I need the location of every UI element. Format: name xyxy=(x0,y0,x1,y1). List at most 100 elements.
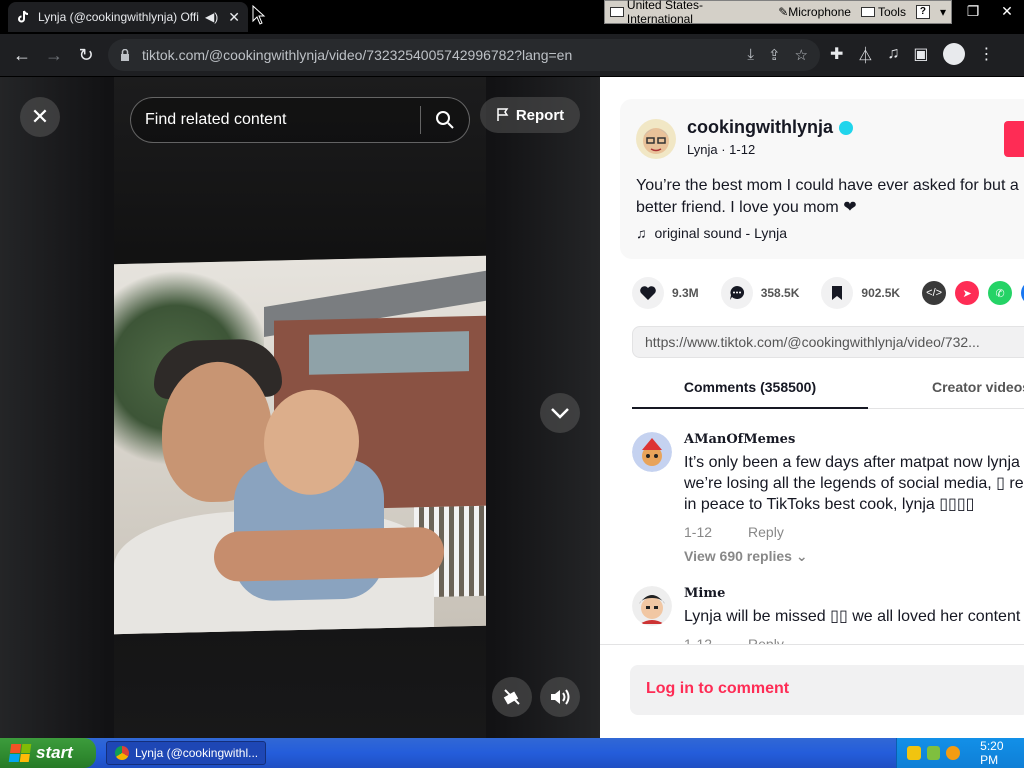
share-link-field[interactable]: https://www.tiktok.com/@cookingwithlynja… xyxy=(632,326,1024,358)
forward-arrow-icon[interactable]: → xyxy=(38,39,70,71)
follow-button[interactable] xyxy=(1004,121,1024,157)
windows-taskbar: start Lynja (@cookingwithl... 5:20 PM xyxy=(0,738,1024,768)
video-photo xyxy=(114,255,486,635)
speaker-icon xyxy=(551,689,570,705)
chevron-down-icon xyxy=(551,408,569,419)
engagement-actions: 9.3M 358.5K 902.5K </> ➤ ✆ f xyxy=(632,277,1024,309)
creator-avatar-image xyxy=(643,128,669,154)
volume-button[interactable] xyxy=(540,677,580,717)
labs-flask-icon[interactable]: ⏃ xyxy=(857,42,873,66)
language-bar: United States-International ✎ Microphone… xyxy=(604,0,952,26)
floating-player-icon xyxy=(503,689,520,705)
comment-item: AManOfMemes It’s only been a few days af… xyxy=(632,432,1024,572)
commenter-avatar[interactable] xyxy=(632,432,672,472)
windows-logo-icon xyxy=(8,744,32,762)
microphone-label: Microphone xyxy=(788,5,851,19)
start-label: start xyxy=(36,743,73,762)
search-tray-icon[interactable] xyxy=(946,746,961,760)
report-button[interactable]: Report xyxy=(480,97,580,133)
commenter-avatar-image xyxy=(632,432,672,472)
video-caption: You’re the best mom I could have ever as… xyxy=(636,177,1019,216)
comments-tabs: Comments (358500) Creator videos xyxy=(632,369,1024,409)
commenter-avatar[interactable] xyxy=(632,586,672,626)
commenter-name[interactable]: AManOfMemes xyxy=(684,432,795,447)
tools-button[interactable]: Tools xyxy=(856,1,911,23)
restore-window-icon[interactable]: ❐ xyxy=(956,0,990,24)
comment-login-bar: Log in to comment xyxy=(600,644,1024,738)
post-date: 1-12 xyxy=(729,142,756,157)
close-video-button[interactable]: ✕ xyxy=(20,97,60,137)
report-label: Report xyxy=(515,106,565,124)
creator-username[interactable]: cookingwithlynja xyxy=(687,117,854,138)
sound-label: original sound - Lynja xyxy=(654,225,788,241)
find-related-search[interactable]: Find related content xyxy=(130,97,470,143)
clock[interactable]: 5:20 PM xyxy=(980,739,1024,767)
comment-date: 1-12 xyxy=(684,524,713,540)
comment-bubble-icon xyxy=(729,285,744,300)
tab-title: Lynja (@cookingwithlynja) Offi xyxy=(38,10,199,24)
bookmark-star-icon[interactable]: ☆ xyxy=(795,46,808,64)
close-tab-icon[interactable]: ✕ xyxy=(228,9,240,26)
profile-avatar-icon[interactable] xyxy=(942,43,965,65)
share-page-icon[interactable]: ⇪ xyxy=(768,46,781,64)
bookmark-icon xyxy=(832,286,843,300)
video-details-panel: cookingwithlynja Lynja · 1-12 You’re the… xyxy=(600,77,1024,738)
flag-icon xyxy=(497,108,509,121)
browser-toolbar: ← → ↻ tiktok.com/@cookingwithlynja/video… xyxy=(0,34,1024,76)
start-button[interactable]: start xyxy=(0,738,96,768)
back-arrow-icon[interactable]: ← xyxy=(6,39,38,71)
comment-item: Mime Lynja will be missed ▯▯ we all love… xyxy=(632,586,1024,646)
music-note-icon: ♫ xyxy=(636,225,647,241)
search-divider xyxy=(420,106,421,134)
username-text: cookingwithlynja xyxy=(687,117,834,137)
heart-icon xyxy=(640,286,656,300)
browser-menu-icon[interactable]: ⋮ xyxy=(979,44,995,64)
reload-icon[interactable]: ↻ xyxy=(70,39,102,71)
like-count: 9.3M xyxy=(672,286,699,300)
microphone-button[interactable]: ✎ Microphone xyxy=(773,1,856,23)
language-selector[interactable]: United States-International xyxy=(605,0,773,26)
next-video-button[interactable] xyxy=(540,393,580,433)
side-panel-icon[interactable]: ▣ xyxy=(913,44,928,64)
help-icon: ? xyxy=(915,5,930,19)
view-replies-label: View 690 replies xyxy=(684,548,792,564)
language-label: United States-International xyxy=(626,0,703,26)
search-icon[interactable] xyxy=(435,110,455,130)
comment-text: Lynja will be missed ▯▯ we all loved her… xyxy=(684,608,1021,625)
send-to-friends-icon[interactable]: ➤ xyxy=(955,281,980,305)
taskbar-item-chrome[interactable]: Lynja (@cookingwithl... xyxy=(106,741,266,765)
commenter-name[interactable]: Mime xyxy=(684,586,725,601)
display-name: Lynja xyxy=(687,142,718,157)
creator-avatar[interactable] xyxy=(636,119,676,159)
network-icon[interactable] xyxy=(926,746,941,760)
address-bar[interactable]: tiktok.com/@cookingwithlynja/video/73232… xyxy=(108,39,820,71)
tab-comments[interactable]: Comments (358500) xyxy=(632,369,868,409)
whatsapp-icon[interactable]: ✆ xyxy=(988,281,1013,305)
tab-creator-videos[interactable]: Creator videos xyxy=(932,369,1024,405)
view-replies-button[interactable]: View 690 replies ⌄ xyxy=(684,548,808,565)
media-controls-icon[interactable]: ♫ xyxy=(887,45,899,63)
audio-playing-icon[interactable]: ◀) xyxy=(205,10,218,24)
langbar-options-icon[interactable]: ▾ xyxy=(935,1,951,23)
reply-button[interactable]: Reply xyxy=(748,524,784,540)
browser-tab[interactable]: Lynja (@cookingwithlynja) Offi ◀) ✕ xyxy=(8,2,248,32)
login-to-comment-button[interactable]: Log in to comment xyxy=(630,665,1024,715)
security-shield-icon[interactable] xyxy=(907,746,921,760)
install-app-icon[interactable]: ⤓ xyxy=(747,46,754,64)
screen: Lynja (@cookingwithlynja) Offi ◀) ✕ Unit… xyxy=(0,0,1024,768)
chevron-down-icon: ⌄ xyxy=(795,548,808,564)
save-button[interactable]: 902.5K xyxy=(821,277,900,309)
video-player[interactable]: ✕ Find related content Report xyxy=(0,77,600,738)
tiktok-page: ✕ Find related content Report cookingwit… xyxy=(0,77,1024,738)
help-button[interactable]: ? xyxy=(911,1,935,23)
tiktok-favicon-icon xyxy=(18,10,29,23)
search-input[interactable]: Find related content xyxy=(145,111,420,129)
embed-code-icon[interactable]: </> xyxy=(922,281,947,305)
extensions-puzzle-icon[interactable]: ✚ xyxy=(830,44,843,64)
floating-player-button[interactable] xyxy=(492,677,532,717)
comment-button[interactable]: 358.5K xyxy=(720,277,799,309)
like-button[interactable]: 9.3M xyxy=(632,277,699,309)
close-icon: ✕ xyxy=(30,104,50,129)
close-window-icon[interactable]: ✕ xyxy=(990,0,1024,24)
sound-link[interactable]: ♫ original sound - Lynja xyxy=(636,225,787,241)
